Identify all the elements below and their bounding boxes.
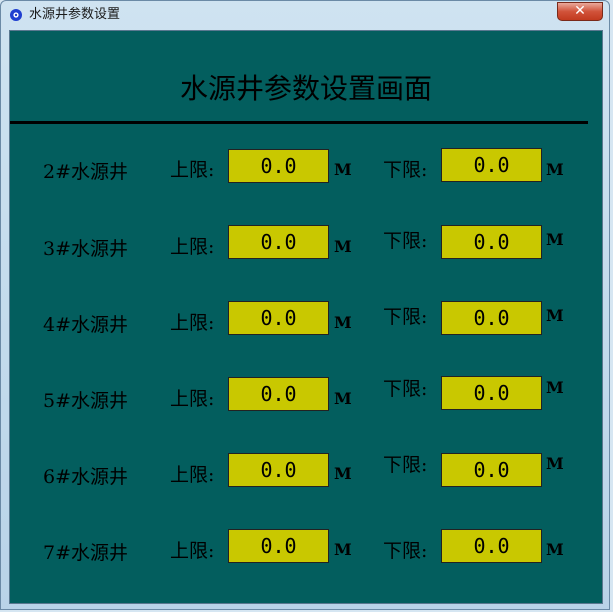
upper-unit: M	[334, 464, 352, 483]
upper-limit-label: 上限:	[170, 464, 215, 486]
well-name: 6#水源井	[43, 466, 129, 488]
upper-limit-input[interactable]: 0.0	[228, 225, 329, 259]
upper-unit: M	[334, 540, 352, 559]
upper-unit: M	[334, 160, 352, 179]
lower-limit-input[interactable]: 0.0	[441, 376, 542, 410]
upper-limit-input[interactable]: 0.0	[228, 529, 329, 563]
well-name: 2#水源井	[43, 161, 129, 183]
well-name: 5#水源井	[43, 390, 129, 412]
lower-limit-input[interactable]: 0.0	[441, 225, 542, 259]
upper-limit-label: 上限:	[170, 236, 215, 258]
upper-limit-label: 上限:	[170, 159, 215, 181]
page-title: 水源井参数设置画面	[179, 72, 432, 105]
well-row-2: 2#水源井 上限: 0.0 M 下限: 0.0 M	[10, 147, 604, 187]
well-row-3: 3#水源井 上限: 0.0 M 下限: 0.0 M	[10, 224, 604, 264]
lower-limit-label: 下限:	[383, 159, 428, 181]
well-row-6: 6#水源井 上限: 0.0 M 下限: 0.0 M	[10, 452, 604, 492]
lower-unit: M	[546, 378, 564, 397]
lower-limit-label: 下限:	[383, 540, 428, 562]
lower-unit: M	[546, 230, 564, 249]
upper-limit-input[interactable]: 0.0	[228, 377, 329, 411]
upper-limit-input[interactable]: 0.0	[228, 301, 329, 335]
upper-limit-label: 上限:	[170, 388, 215, 410]
upper-limit-input[interactable]: 0.0	[228, 453, 329, 487]
lower-unit: M	[546, 306, 564, 325]
upper-limit-label: 上限:	[170, 312, 215, 334]
well-row-4: 4#水源井 上限: 0.0 M 下限: 0.0 M	[10, 300, 604, 340]
title-bar[interactable]: 水源井参数设置 ✕	[1, 1, 609, 29]
well-row-7: 7#水源井 上限: 0.0 M 下限: 0.0 M	[10, 528, 604, 568]
lower-limit-label: 下限:	[383, 378, 428, 400]
lower-unit: M	[546, 160, 564, 179]
gear-icon	[10, 9, 22, 21]
lower-limit-input[interactable]: 0.0	[441, 529, 542, 563]
upper-limit-input[interactable]: 0.0	[228, 149, 329, 183]
lower-unit: M	[546, 454, 564, 473]
upper-unit: M	[334, 389, 352, 408]
window-title: 水源井参数设置	[29, 7, 121, 22]
well-name: 3#水源井	[43, 238, 129, 260]
upper-unit: M	[334, 237, 352, 256]
well-name: 4#水源井	[43, 314, 129, 336]
lower-unit: M	[546, 540, 564, 559]
lower-limit-input[interactable]: 0.0	[441, 453, 542, 487]
lower-limit-label: 下限:	[383, 454, 428, 476]
lower-limit-label: 下限:	[383, 230, 428, 252]
lower-limit-input[interactable]: 0.0	[441, 148, 542, 182]
close-button[interactable]: ✕	[557, 2, 603, 21]
well-row-5: 5#水源井 上限: 0.0 M 下限: 0.0 M	[10, 376, 604, 416]
upper-limit-label: 上限:	[170, 540, 215, 562]
lower-limit-input[interactable]: 0.0	[441, 301, 542, 335]
lower-limit-label: 下限:	[383, 306, 428, 328]
upper-unit: M	[334, 313, 352, 332]
window: 水源井参数设置 ✕ 水源井参数设置画面 2#水源井 上限: 0.0 M 下限: …	[0, 0, 610, 610]
divider	[10, 121, 588, 124]
well-name: 7#水源井	[43, 542, 129, 564]
client-area: 水源井参数设置画面 2#水源井 上限: 0.0 M 下限: 0.0 M 3#水源…	[9, 30, 603, 604]
